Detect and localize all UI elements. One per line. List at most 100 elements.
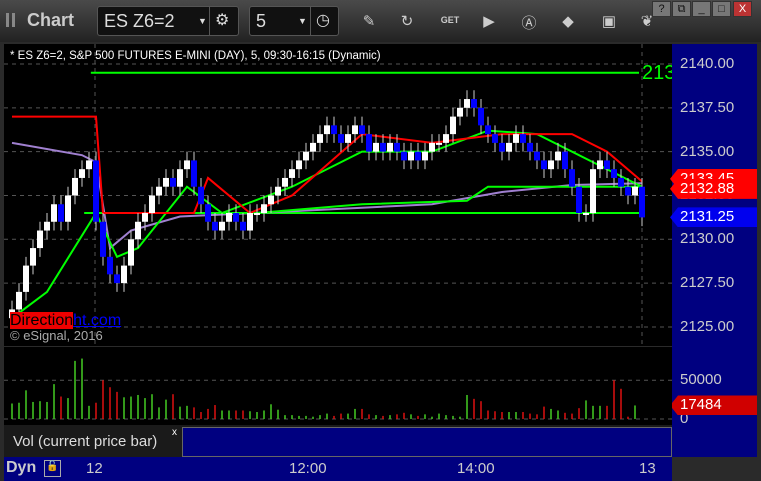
- candle: [555, 142, 561, 170]
- clock-icon[interactable]: ◷: [316, 7, 330, 35]
- candle: [23, 256, 29, 301]
- volume-plot: [4, 358, 672, 420]
- price-flag: 2131.25: [670, 207, 757, 228]
- candle: [261, 195, 267, 222]
- link-icon[interactable]: ◆: [558, 12, 578, 30]
- candle: [303, 142, 309, 170]
- candle: [268, 186, 274, 214]
- candle: [471, 90, 477, 117]
- chart-header: * ES Z6=2, S&P 500 FUTURES E-MINI (DAY),…: [10, 50, 381, 62]
- price-plot: [4, 44, 672, 346]
- candle: [485, 116, 491, 143]
- grip-handle[interactable]: [6, 13, 9, 27]
- price-tick: 2135.00: [680, 142, 735, 160]
- candle: [310, 134, 316, 161]
- candle: [317, 125, 323, 152]
- candle: [254, 204, 260, 222]
- play-icon[interactable]: ▶: [479, 12, 499, 30]
- candle: [44, 213, 50, 240]
- symbol-value: ES Z6=2: [104, 11, 175, 31]
- candle: [93, 151, 99, 231]
- candle: [373, 134, 379, 161]
- candle: [58, 195, 64, 231]
- candle: [128, 230, 134, 275]
- interval-selector[interactable]: 5 ▼ ◷: [249, 6, 339, 36]
- candle: [520, 125, 526, 152]
- candle: [541, 151, 547, 178]
- candle: [590, 160, 596, 222]
- pencil-icon[interactable]: ✎: [359, 12, 379, 30]
- candle: [534, 142, 540, 170]
- candle: [170, 169, 176, 196]
- candle: [191, 151, 197, 196]
- candle: [359, 116, 365, 143]
- price-axis[interactable]: 2140.002137.502135.002132.502130.002127.…: [670, 44, 757, 457]
- candle: [121, 256, 127, 292]
- title-bar: Chart ES Z6=2 ▼ ⚙ 5 ▼ ◷ ✎ ↻ GET ▶ Ⓐ ◆ ▣ …: [0, 0, 761, 42]
- lock-icon[interactable]: 🔓: [44, 460, 61, 477]
- price-chart[interactable]: * ES Z6=2, S&P 500 FUTURES E-MINI (DAY),…: [4, 44, 672, 346]
- candle: [401, 142, 407, 170]
- candle: [86, 151, 92, 178]
- minimize-button[interactable]: _: [692, 1, 711, 17]
- candle: [366, 125, 372, 161]
- restore-button[interactable]: ⧉: [672, 1, 691, 17]
- close-study-button[interactable]: x: [172, 427, 177, 438]
- candle: [289, 160, 295, 187]
- comment-icon[interactable]: ▣: [599, 12, 619, 30]
- watermark-a: Direction: [10, 312, 74, 329]
- close-button[interactable]: X: [733, 1, 752, 17]
- price-tick: 2137.50: [680, 98, 735, 116]
- candle: [107, 248, 113, 284]
- volume-study-label: Vol (current price bar): [13, 433, 158, 450]
- price-flag: 2132.88: [670, 178, 757, 199]
- grip-handle[interactable]: [12, 13, 15, 27]
- candle: [625, 177, 631, 205]
- candle: [415, 142, 421, 170]
- volume-flag: 17484: [670, 395, 757, 416]
- symbol-selector[interactable]: ES Z6=2 ▼ ⚙: [97, 6, 239, 36]
- alert-icon[interactable]: Ⓐ: [519, 12, 539, 33]
- gear-icon[interactable]: ⚙: [215, 7, 229, 35]
- dyn-mode[interactable]: Dyn: [6, 459, 36, 477]
- copyright: © eSignal, 2016: [10, 328, 103, 343]
- candle: [226, 204, 232, 231]
- get-icon[interactable]: GET: [440, 15, 460, 25]
- candle: [135, 213, 141, 249]
- time-label: 13: [639, 460, 656, 477]
- candle: [569, 160, 575, 196]
- candle: [492, 125, 498, 152]
- time-axis[interactable]: Dyn 🔓 12 12:00 14:00 13: [4, 457, 672, 481]
- price-tick: 2127.50: [680, 274, 735, 292]
- candle: [506, 134, 512, 161]
- price-tick: 2125.00: [680, 317, 735, 335]
- help-button[interactable]: ?: [652, 1, 671, 17]
- maximize-button[interactable]: □: [712, 1, 731, 17]
- candle: [65, 186, 71, 231]
- candle: [219, 213, 225, 240]
- candle: [247, 204, 253, 240]
- candle: [597, 151, 603, 178]
- volume-study-bar: Vol (current price bar) x: [4, 425, 672, 457]
- candle: [324, 116, 330, 143]
- candle: [79, 160, 85, 187]
- candle: [450, 107, 456, 143]
- refresh-icon[interactable]: ↻: [397, 12, 417, 30]
- candle: [163, 169, 169, 196]
- candle: [177, 160, 183, 196]
- candle: [184, 151, 190, 178]
- candle: [422, 142, 428, 170]
- candle: [380, 134, 386, 161]
- chevron-down-icon: ▼: [198, 16, 207, 26]
- candle: [149, 186, 155, 222]
- candle: [604, 151, 610, 178]
- candle: [240, 213, 246, 240]
- volume-pane: [4, 347, 672, 425]
- candle: [478, 99, 484, 135]
- watermark-b: ht.com: [73, 312, 122, 329]
- candle: [296, 151, 302, 178]
- line-label: 2139.50: [642, 62, 672, 84]
- candle: [72, 169, 78, 205]
- window-title: Chart: [27, 10, 75, 30]
- volume-tick: 50000: [680, 371, 722, 389]
